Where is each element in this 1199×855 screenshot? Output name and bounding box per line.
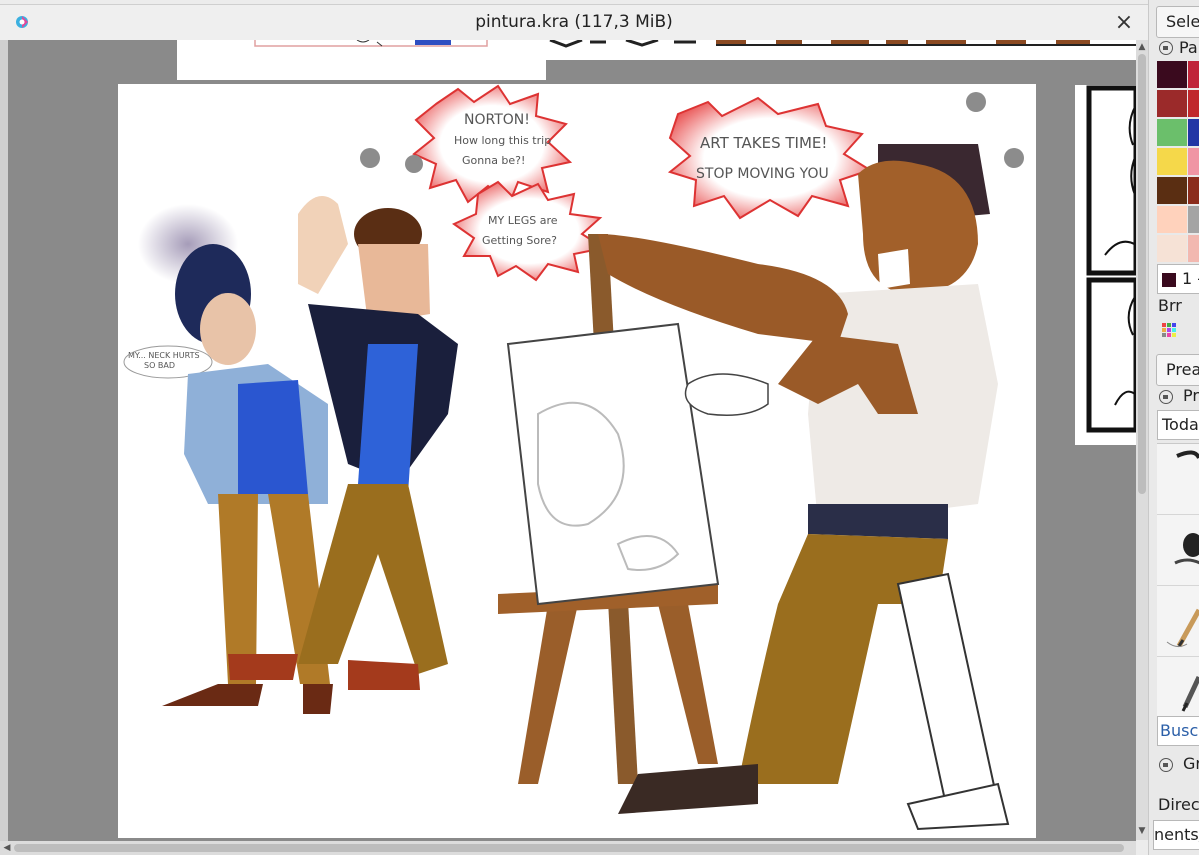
palette-title: Pa bbox=[1179, 38, 1198, 57]
palette-swatch[interactable] bbox=[1188, 206, 1199, 233]
palette-swatch[interactable] bbox=[1188, 148, 1199, 175]
palette-swatch[interactable] bbox=[1188, 119, 1199, 146]
svg-text:Getting Sore?: Getting Sore? bbox=[482, 234, 557, 247]
layer-combo-label: 1 - bbox=[1182, 269, 1199, 288]
brush-name: Brr bbox=[1158, 296, 1182, 315]
svg-text:STOP MOVING YOU: STOP MOVING YOU bbox=[696, 166, 829, 182]
select-button[interactable]: Sele bbox=[1156, 6, 1199, 38]
preset-item[interactable] bbox=[1157, 586, 1199, 657]
vertical-scrollbar[interactable]: ▲ ▼ bbox=[1136, 40, 1148, 840]
right-docker-panel: Sele Pa 1 - Brr Prea Pr Toda Busc Gr Dir… bbox=[1148, 0, 1199, 855]
svg-text:MY... NECK HURTS: MY... NECK HURTS bbox=[128, 351, 200, 360]
window-title: pintura.kra (117,3 MiB) bbox=[475, 12, 673, 32]
reference-comic-panel bbox=[1075, 85, 1136, 445]
title-bar[interactable]: pintura.kra (117,3 MiB) × bbox=[0, 4, 1148, 41]
krita-window: pintura.kra (117,3 MiB) × NORTON! How lo… bbox=[0, 0, 1148, 855]
svg-text:SO BAD: SO BAD bbox=[144, 361, 175, 370]
svg-text:Gonna be?!: Gonna be?! bbox=[462, 154, 525, 167]
scroll-left-icon[interactable]: ◀ bbox=[2, 843, 12, 853]
palette-swatch[interactable] bbox=[1157, 90, 1187, 117]
palette-swatch[interactable] bbox=[1188, 177, 1199, 204]
layer-combo[interactable]: 1 - bbox=[1157, 264, 1199, 294]
illustration: NORTON! How long this trip Gonna be?! MY… bbox=[123, 84, 1024, 831]
drawing-artboard[interactable]: NORTON! How long this trip Gonna be?! MY… bbox=[118, 84, 1036, 838]
left-dock-edge bbox=[0, 40, 8, 855]
reference-image-top-right bbox=[546, 40, 1136, 60]
reference-image-top-left bbox=[177, 39, 546, 80]
scroll-up-icon[interactable]: ▲ bbox=[1137, 42, 1147, 52]
gr-label: Gr bbox=[1183, 754, 1199, 773]
palette-grid-icon[interactable] bbox=[1161, 322, 1177, 338]
palette-swatch[interactable] bbox=[1157, 61, 1187, 88]
lock-icon[interactable] bbox=[1159, 390, 1173, 404]
scroll-down-icon[interactable]: ▼ bbox=[1137, 826, 1147, 836]
horizontal-scroll-thumb[interactable] bbox=[14, 844, 1124, 852]
brush-preset-list[interactable] bbox=[1157, 443, 1199, 728]
palette-swatch[interactable] bbox=[1157, 148, 1187, 175]
palette-swatch[interactable] bbox=[1188, 235, 1199, 262]
preset-search-field[interactable]: Busc bbox=[1157, 716, 1199, 746]
close-icon[interactable]: × bbox=[1112, 11, 1136, 35]
preset-item[interactable] bbox=[1157, 515, 1199, 586]
layer-color-chip bbox=[1162, 272, 1176, 287]
path-field[interactable]: nents/ bbox=[1153, 820, 1199, 850]
presets-title: Pr bbox=[1183, 386, 1199, 405]
palette-swatch[interactable] bbox=[1157, 177, 1187, 204]
lock-icon[interactable] bbox=[1159, 758, 1173, 772]
directory-label: Direc bbox=[1158, 795, 1199, 814]
palette-swatch[interactable] bbox=[1157, 119, 1187, 146]
palette-swatch[interactable] bbox=[1188, 61, 1199, 88]
horizontal-scrollbar[interactable]: ◀ bbox=[0, 841, 1136, 855]
lock-icon[interactable] bbox=[1159, 41, 1173, 55]
svg-text:ART TAKES TIME!: ART TAKES TIME! bbox=[700, 134, 827, 152]
palette-swatch[interactable] bbox=[1188, 90, 1199, 117]
svg-text:NORTON!: NORTON! bbox=[464, 112, 530, 128]
preset-item[interactable] bbox=[1157, 444, 1199, 515]
tag-combo[interactable]: Toda bbox=[1157, 410, 1199, 440]
vertical-scroll-thumb[interactable] bbox=[1138, 54, 1146, 494]
presets-tab[interactable]: Prea bbox=[1156, 354, 1199, 386]
palette-swatch[interactable] bbox=[1157, 235, 1187, 262]
svg-text:How long this trip: How long this trip bbox=[454, 134, 551, 147]
svg-text:MY LEGS are: MY LEGS are bbox=[488, 214, 558, 227]
palette-swatch[interactable] bbox=[1157, 206, 1187, 233]
